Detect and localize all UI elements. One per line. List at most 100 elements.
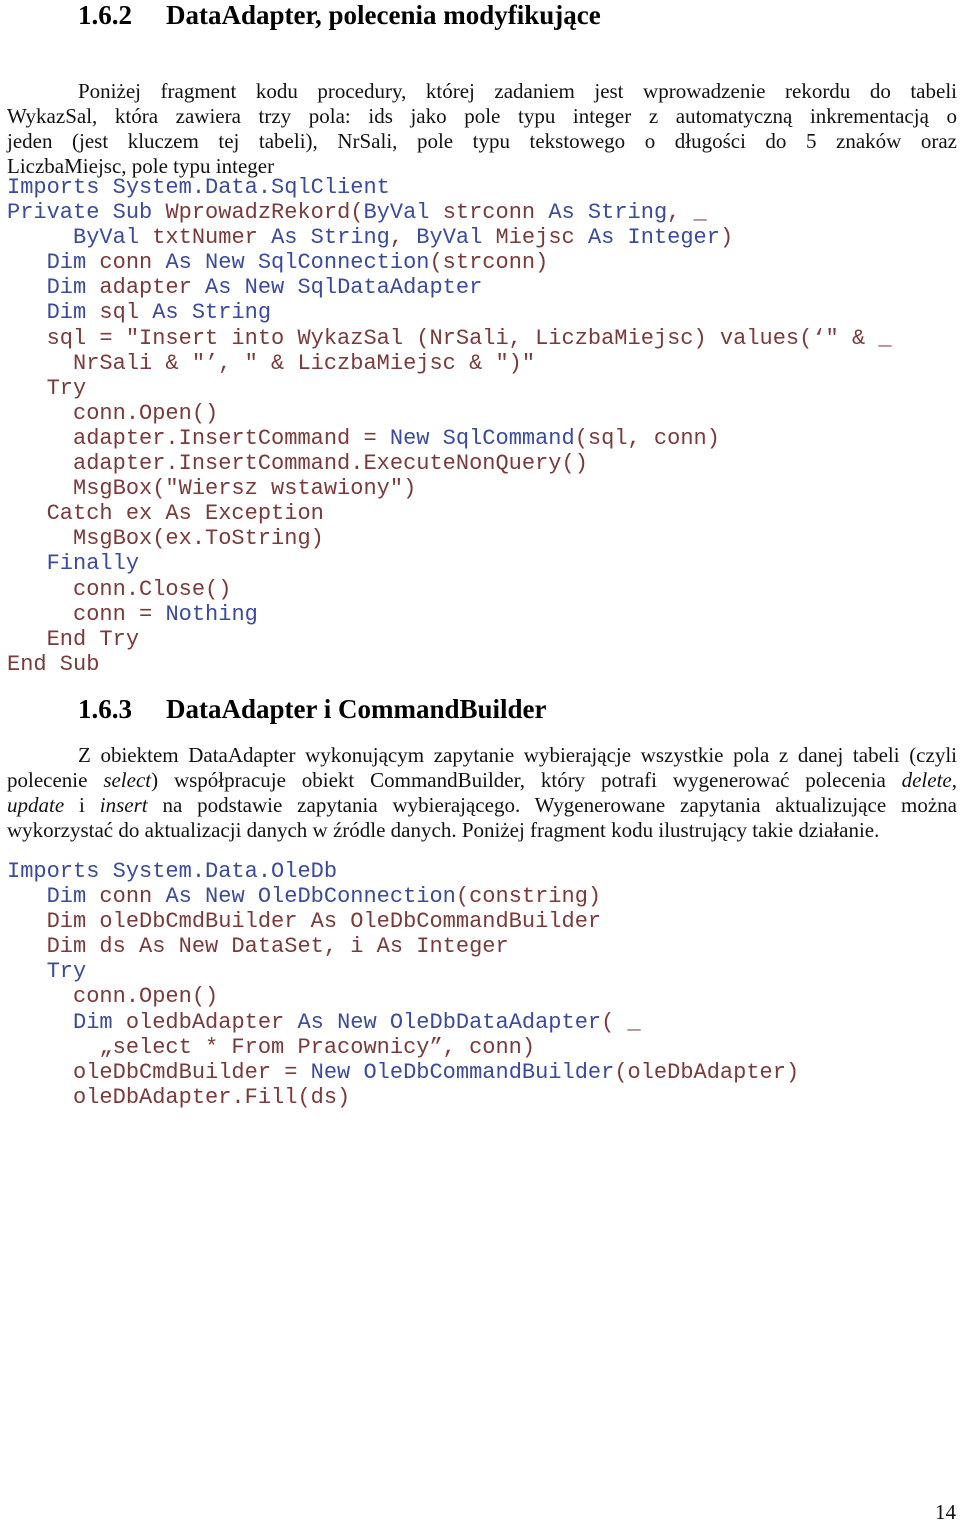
code-keyword: Dim [7, 300, 100, 326]
code-identifier: ) [719, 225, 734, 251]
code-identifier: WprowadzRekord( [165, 200, 364, 226]
code-line: oleDbCmdBuilder = New OleDbCommandBuilde… [7, 1060, 799, 1085]
code-line: adapter.InsertCommand = New SqlCommand(s… [7, 426, 892, 451]
intro-paragraph-2: Z obiektem DataAdapter wykonującym zapyt… [7, 743, 957, 843]
code-line: conn.Open() [7, 401, 892, 426]
code-line: conn.Open() [7, 984, 799, 1009]
code-identifier: conn [99, 884, 166, 910]
code-identifier: sql [99, 300, 153, 326]
text-run: i [64, 793, 100, 817]
code-line: oleDbAdapter.Fill(ds) [7, 1085, 799, 1110]
code-keyword: New OleDbCommandBuilder [310, 1059, 615, 1085]
code-line: Imports System.Data.OleDb [7, 859, 799, 884]
section-number: 1.6.2 [78, 0, 132, 30]
code-line: MsgBox(ex.ToString) [7, 526, 892, 551]
paragraph-line: WykazSal, która zawiera trzy pola: ids j… [7, 104, 957, 128]
code-keyword: Imports System.Data.SqlClient [7, 175, 390, 200]
code-identifier: „select * From Pracownicy”, conn) [7, 1034, 536, 1060]
code-identifier: strconn [442, 200, 549, 226]
code-keyword: Dim [7, 250, 100, 276]
code-line: Try [7, 376, 892, 401]
italic-term: delete [901, 768, 952, 792]
code-line: Dim ds As New DataSet, i As Integer [7, 934, 799, 959]
code-keyword: Dim [7, 1009, 126, 1035]
text-run: polecenie [7, 768, 104, 792]
code-line: ByVal txtNumer As String, ByVal Miejsc A… [7, 225, 892, 250]
section-title: DataAdapter, polecenia modyfikujące [166, 0, 601, 30]
code-keyword: Try [7, 959, 87, 985]
text-run: Z obiektem DataAdapter wykonującym zapyt… [78, 743, 957, 767]
code-identifier: Miejsc [495, 225, 588, 251]
text-run: ) współpracuje obiekt CommandBuilder, kt… [151, 768, 902, 792]
code-identifier: MsgBox(ex.ToString) [7, 526, 324, 552]
code-keyword: Dim [7, 275, 100, 301]
code-identifier: Catch ex As Exception [7, 501, 324, 527]
code-identifier: (sql, conn) [574, 425, 720, 451]
code-identifier: adapter.InsertCommand.ExecuteNonQuery() [7, 451, 588, 477]
code-line: End Sub [7, 652, 892, 677]
section-heading-1-6-3: 1.6.3 DataAdapter i CommandBuilder [78, 694, 547, 725]
code-identifier: , _ [667, 200, 707, 226]
italic-term: insert [99, 793, 148, 817]
code-keyword: Imports System.Data.OleDb [7, 859, 338, 884]
code-identifier: End Sub [7, 651, 100, 677]
italic-term: select [103, 768, 152, 792]
code-line: Catch ex As Exception [7, 501, 892, 526]
text-run: wykorzystać do aktualizacji danych w źró… [7, 818, 880, 842]
code-identifier: adapter [99, 275, 206, 301]
code-keyword: ByVal [363, 200, 443, 226]
code-line: sql = "Insert into WykazSal (NrSali, Lic… [7, 326, 892, 351]
code-identifier: (strconn) [429, 250, 549, 276]
code-identifier: conn.Open() [7, 400, 219, 426]
code-line: Dim conn As New OleDbConnection(constrin… [7, 884, 799, 909]
code-identifier: Dim oleDbCmdBuilder As OleDbCommandBuild… [7, 909, 602, 935]
code-identifier: Dim ds As New DataSet, i As Integer [7, 934, 509, 960]
code-line: Dim adapter As New SqlDataAdapter [7, 275, 892, 300]
italic-term: update [7, 793, 65, 817]
code-identifier: NrSali & "’, " & LiczbaMiejsc & ")" [7, 350, 536, 376]
paragraph-line: wykorzystać do aktualizacji danych w źró… [7, 818, 957, 843]
code-line: MsgBox("Wiersz wstawiony") [7, 476, 892, 501]
code-line: „select * From Pracownicy”, conn) [7, 1035, 799, 1060]
paragraph-line: Poniżej fragment kodu procedury, której … [78, 79, 957, 103]
code-line: Dim oleDbCmdBuilder As OleDbCommandBuild… [7, 909, 799, 934]
code-line: End Try [7, 627, 892, 652]
code-line: NrSali & "’, " & LiczbaMiejsc & ")" [7, 351, 892, 376]
code-identifier: MsgBox("Wiersz wstawiony") [7, 476, 417, 502]
code-identifier: End Try [7, 626, 140, 652]
code-identifier: Try [7, 375, 87, 401]
paragraph-line: polecenie select) współpracuje obiekt Co… [7, 768, 957, 793]
code-line: conn = Nothing [7, 602, 892, 627]
section-title: DataAdapter i CommandBuilder [166, 694, 547, 724]
paragraph-line: update i insert na podstawie zapytania w… [7, 793, 957, 818]
section-number: 1.6.3 [78, 694, 132, 724]
code-identifier: oleDbCmdBuilder = [7, 1059, 311, 1085]
code-line: conn.Close() [7, 577, 892, 602]
code-line: Private Sub WprowadzRekord(ByVal strconn… [7, 200, 892, 225]
code-keyword: ByVal [7, 225, 153, 251]
code-line: Dim sql As String [7, 300, 892, 325]
text-run: , [951, 768, 957, 792]
section-heading-1-6-2: 1.6.2 DataAdapter, polecenia modyfikujące [78, 0, 601, 31]
code-identifier: , [389, 225, 417, 251]
code-identifier: conn [99, 250, 166, 276]
code-block-sqlclient: Imports System.Data.SqlClient Private Sub… [7, 175, 892, 677]
code-keyword: As New SqlDataAdapter [205, 275, 483, 301]
code-identifier: ( _ [601, 1009, 641, 1035]
code-keyword: As String [271, 225, 390, 251]
code-block-oledb: Imports System.Data.OleDb Dim conn As Ne… [7, 859, 799, 1110]
code-identifier: conn = [7, 601, 166, 627]
code-line: Imports System.Data.SqlClient [7, 175, 892, 200]
paragraph-line: Z obiektem DataAdapter wykonującym zapyt… [7, 743, 957, 768]
code-identifier: oleDbAdapter.Fill(ds) [7, 1084, 351, 1110]
code-keyword: As String [152, 300, 272, 326]
code-keyword: Dim [7, 884, 100, 910]
code-keyword: Private Sub [7, 200, 166, 226]
code-identifier: sql = "Insert into WykazSal (NrSali, Lic… [7, 325, 892, 351]
code-keyword: Nothing [165, 601, 258, 627]
code-identifier: oledbAdapter [125, 1009, 298, 1035]
code-identifier: txtNumer [152, 225, 272, 251]
code-line: Finally [7, 551, 892, 576]
paragraph-line: jeden (jest kluczem tej tabeli), NrSali,… [7, 129, 957, 153]
code-keyword: ByVal [416, 225, 496, 251]
